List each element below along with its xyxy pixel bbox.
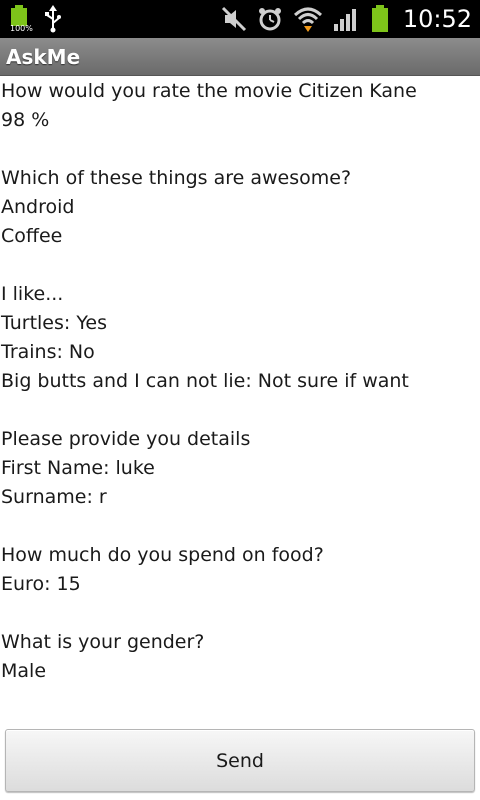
send-button[interactable]: Send [5, 729, 475, 792]
answer-like-item: Turtles: Yes [1, 312, 108, 334]
answer-like-item: Big butts and I can not lie: Not sure if… [1, 370, 409, 392]
battery-percent-label: 100% [10, 24, 33, 33]
app-title: AskMe [6, 45, 81, 69]
status-bar-right: 10:52 [221, 0, 472, 38]
answer-food-spend: Euro: 15 [1, 573, 81, 595]
question-likes: I like... [1, 283, 64, 305]
app-title-bar: AskMe [0, 38, 480, 76]
usb-icon [44, 5, 62, 33]
answer-awesome-item: Coffee [1, 225, 63, 247]
status-bar: 100% 10:52 [0, 0, 480, 38]
answer-like-item: Trains: No [1, 341, 95, 363]
question-movie-rating: How would you rate the movie Citizen Kan… [1, 80, 417, 102]
question-food-spend: How much do you spend on food? [1, 544, 324, 566]
answer-movie-rating: 98 % [1, 109, 50, 131]
signal-icon [333, 6, 361, 32]
battery-icon [371, 4, 389, 34]
wifi-icon [293, 5, 323, 33]
question-gender: What is your gender? [1, 631, 205, 653]
alarm-icon [257, 6, 283, 32]
clock: 10:52 [402, 5, 472, 33]
answer-awesome-item: Android [1, 196, 75, 218]
send-button-container: Send [5, 729, 475, 792]
answer-surname: Surname: r [1, 486, 107, 508]
question-awesome-things: Which of these things are awesome? [1, 167, 352, 189]
mute-icon [221, 6, 247, 32]
question-details: Please provide you details [1, 428, 251, 450]
answers-summary: How would you rate the movie Citizen Kan… [0, 77, 480, 686]
answer-first-name: First Name: luke [1, 457, 155, 479]
answer-gender: Male [1, 660, 47, 682]
